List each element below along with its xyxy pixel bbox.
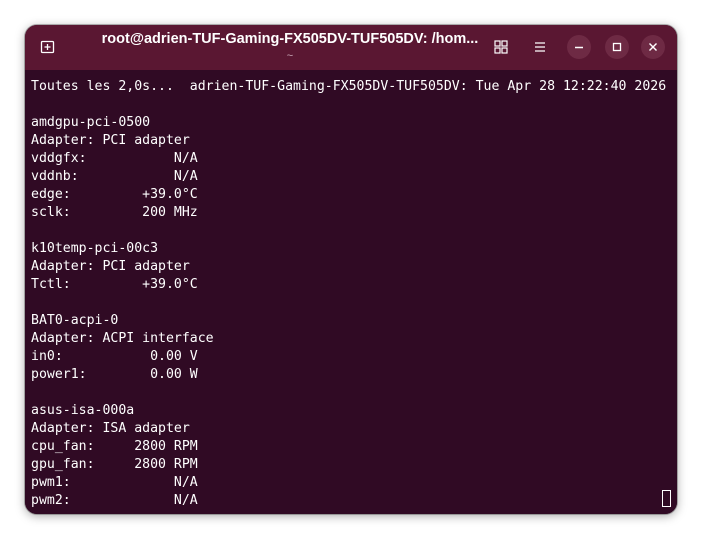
window-subtitle: ~ [286,50,294,62]
maximize-button[interactable] [605,35,629,59]
grid-icon [494,40,508,54]
terminal-line: vddgfx: N/A [31,151,198,166]
close-icon [649,43,657,51]
terminal-line: BAT0-acpi-0 [31,313,119,328]
terminal-line: sclk: 200 MHz [31,205,198,220]
view-tabs-button[interactable] [490,36,512,58]
close-button[interactable] [641,35,665,59]
terminal-line: Adapter: PCI adapter [31,133,190,148]
hamburger-icon [535,42,545,52]
terminal-line: Adapter: ISA adapter [31,421,190,436]
maximize-icon [612,42,622,52]
minimize-icon [575,46,583,49]
terminal-line: power1: 0.00 W [31,367,198,382]
terminal-line: cpu_fan: 2800 RPM [31,439,198,454]
terminal-line: Adapter: PCI adapter [31,259,190,274]
minimize-button[interactable] [567,35,591,59]
terminal-line: Adapter: ACPI interface [31,331,214,346]
window-title: root@adrien-TUF-Gaming-FX505DV-TUF505DV:… [101,31,479,47]
terminal-lines: Toutes les 2,0s... adrien-TUF-Gaming-FX5… [31,78,666,510]
terminal-line: asus-isa-000a [31,403,135,418]
new-tab-icon [40,40,55,54]
new-tab-button[interactable] [37,36,59,58]
title-bar[interactable]: root@adrien-TUF-Gaming-FX505DV-TUF505DV:… [25,25,677,70]
terminal-line: k10temp-pci-00c3 [31,241,159,256]
terminal-line: amdgpu-pci-0500 [31,115,151,130]
terminal-cursor [662,490,671,507]
terminal-window: root@adrien-TUF-Gaming-FX505DV-TUF505DV:… [25,25,677,514]
terminal-line: vddnb: N/A [31,169,198,184]
terminal-line: in0: 0.00 V [31,349,198,364]
terminal-header-line: Toutes les 2,0s... adrien-TUF-Gaming-FX5… [31,79,667,94]
menu-button[interactable] [529,36,551,58]
terminal-line: edge: +39.0°C [31,187,198,202]
terminal-line: Tctl: +39.0°C [31,277,198,292]
terminal-line: pwm2: N/A [31,493,198,508]
terminal-line: gpu_fan: 2800 RPM [31,457,198,472]
terminal-line: pwm1: N/A [31,475,198,490]
terminal-output[interactable]: Toutes les 2,0s... adrien-TUF-Gaming-FX5… [25,70,677,514]
